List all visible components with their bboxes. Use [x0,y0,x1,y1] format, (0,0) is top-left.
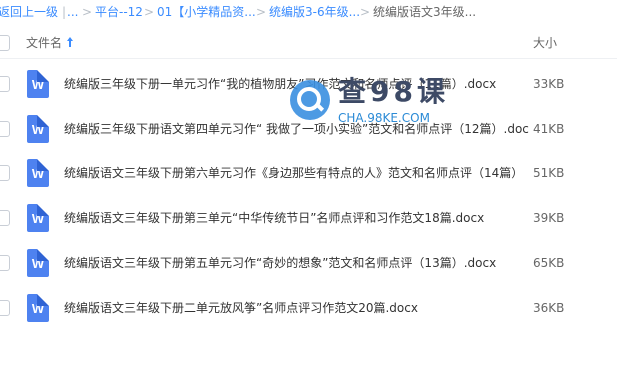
breadcrumb-ellipsis[interactable]: ... [67,2,78,22]
breadcrumb-chevron: > [82,5,93,19]
breadcrumb: 返回上一级 | ... > 平台--12 > 01【小学精品资... > 统编版… [0,2,617,22]
file-size: 51KB [533,166,565,180]
file-row[interactable]: W 统编版语文三年级下册第六单元习作《身边那些有特点的人》范文和名师点评（14篇… [0,151,617,195]
breadcrumb-item-platform[interactable]: 平台--12 [95,2,143,22]
file-name[interactable]: 统编版三年级下册一单元习作“我的植物朋友”习作范文和名师点评（11篇）.docx [64,76,496,92]
word-doc-icon: W [27,294,49,322]
breadcrumb-item-primary[interactable]: 01【小学精品资... [157,2,256,22]
sort-by-size[interactable]: 大小 [533,35,557,51]
row-checkbox[interactable] [0,76,10,92]
file-row[interactable]: W 统编版三年级下册一单元习作“我的植物朋友”习作范文和名师点评（11篇）.do… [0,62,617,106]
word-doc-icon: W [27,70,49,98]
file-size: 39KB [533,211,565,225]
select-all-checkbox[interactable] [0,35,10,51]
sort-by-name[interactable]: 文件名 [26,35,62,51]
file-size: 41KB [533,122,565,136]
file-name[interactable]: 统编版语文三年级下册第五单元习作“奇妙的想象”范文和名师点评（13篇）.docx [64,255,496,271]
row-checkbox[interactable] [0,300,10,316]
row-checkbox[interactable] [0,255,10,271]
breadcrumb-chevron: > [360,5,371,19]
file-name[interactable]: 统编版语文三年级下册第三单元“中华传统节日”名师点评和习作范文18篇.docx [64,210,484,226]
breadcrumb-chevron: > [144,5,155,19]
word-doc-icon: W [27,249,49,277]
arrow-up-icon[interactable] [67,37,73,47]
row-checkbox[interactable] [0,210,10,226]
file-name[interactable]: 统编版语文三年级下册第六单元习作《身边那些有特点的人》范文和名师点评（14篇） [64,165,523,181]
back-link[interactable]: 返回上一级 [0,2,58,22]
file-size: 65KB [533,256,565,270]
breadcrumb-current: 统编版语文3年级... [373,5,477,19]
breadcrumb-separator: | [62,5,67,19]
file-size: 33KB [533,77,565,91]
word-doc-icon: W [27,159,49,187]
row-checkbox[interactable] [0,165,10,181]
file-row[interactable]: W 统编版语文三年级下册第三单元“中华传统节日”名师点评和习作范文18篇.doc… [0,196,617,240]
file-row[interactable]: W 统编版三年级下册语文第四单元习作“ 我做了一项小实验”范文和名师点评（12篇… [0,107,617,151]
file-row[interactable]: W 统编版语文三年级下册第五单元习作“奇妙的想象”范文和名师点评（13篇）.do… [0,241,617,285]
file-size: 36KB [533,301,565,315]
file-name[interactable]: 统编版语文三年级下册二单元放风筝”名师点评习作范文20篇.docx [64,300,418,316]
file-name[interactable]: 统编版三年级下册语文第四单元习作“ 我做了一项小实验”范文和名师点评（12篇）.… [64,121,529,137]
file-list-header: 文件名 大小 [0,28,617,59]
file-row[interactable]: W 统编版语文三年级下册二单元放风筝”名师点评习作范文20篇.docx 36KB [0,286,617,330]
row-checkbox[interactable] [0,121,10,137]
word-doc-icon: W [27,204,49,232]
breadcrumb-chevron: > [256,5,267,19]
word-doc-icon: W [27,115,49,143]
breadcrumb-item-grade[interactable]: 统编版3-6年级... [269,2,360,22]
